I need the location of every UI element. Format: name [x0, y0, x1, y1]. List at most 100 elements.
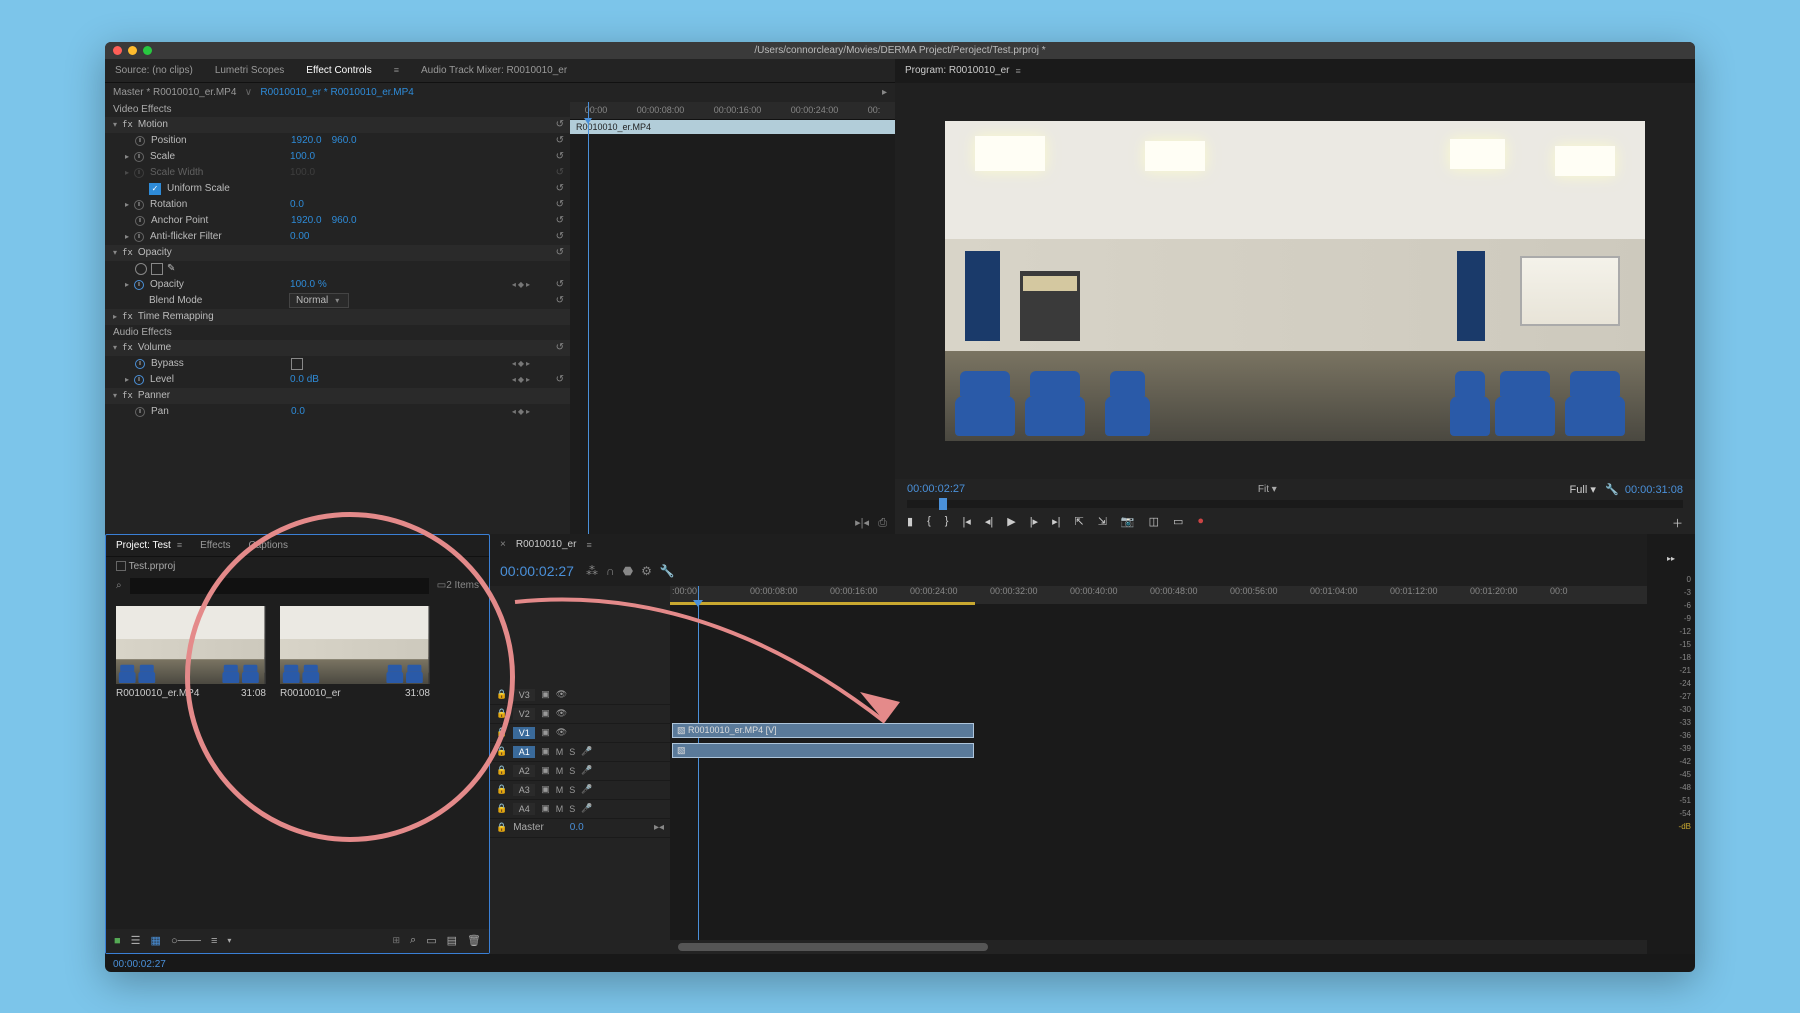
reset-icon[interactable]: ↺	[556, 342, 564, 353]
motion-effect[interactable]: Motion	[138, 119, 168, 130]
toggle-output-icon[interactable]: ▣	[541, 708, 550, 719]
ellipse-mask-icon[interactable]	[135, 263, 147, 275]
lock-icon[interactable]: 🔒	[496, 803, 507, 814]
blend-mode-dropdown[interactable]: Normal	[289, 293, 349, 308]
extract-icon[interactable]: ⇲	[1098, 515, 1107, 531]
stopwatch-icon[interactable]	[135, 216, 145, 226]
stopwatch-icon[interactable]	[134, 152, 144, 162]
pen-mask-icon[interactable]: ✎	[167, 263, 175, 274]
step-forward-icon[interactable]: |▸	[1030, 515, 1038, 531]
breadcrumb-master[interactable]: Master * R0010010_er.MP4	[113, 87, 236, 98]
lock-icon[interactable]: 🔒	[496, 727, 507, 738]
reset-icon[interactable]: ↺	[556, 119, 564, 130]
close-sequence-icon[interactable]: ×	[500, 539, 506, 550]
compare-icon[interactable]: ◫	[1149, 515, 1159, 531]
export-icon[interactable]: ⎙	[878, 517, 887, 529]
mark-in-icon[interactable]: {	[927, 515, 931, 531]
tab-source[interactable]: Source: (no clips)	[115, 65, 193, 76]
zoom-slider[interactable]: ○───	[171, 935, 201, 947]
reset-icon[interactable]: ↺	[556, 231, 564, 242]
reset-icon[interactable]: ↺	[556, 151, 564, 162]
tab-captions[interactable]: Captions	[249, 540, 288, 551]
mark-out-icon[interactable]: }	[945, 515, 949, 531]
go-to-in-icon[interactable]: |◂	[962, 515, 970, 531]
stopwatch-icon[interactable]	[134, 375, 144, 385]
tab-project[interactable]: Project: Test	[116, 540, 171, 551]
program-timecode-left[interactable]: 00:00:02:27	[907, 483, 965, 495]
rect-mask-icon[interactable]	[151, 263, 163, 275]
ec-clip-bar[interactable]: R0010010_er.MP4	[570, 120, 895, 134]
trash-icon[interactable]: 🗑	[467, 934, 481, 947]
reset-icon[interactable]: ↺	[556, 183, 564, 194]
reset-icon[interactable]: ↺	[556, 135, 564, 146]
play-icon[interactable]: ▶	[1007, 515, 1015, 531]
add-button-icon[interactable]: ＋	[1672, 515, 1683, 531]
fx-icon[interactable]: fx	[122, 391, 133, 401]
scale-value[interactable]: 100.0	[290, 151, 315, 162]
wrench-icon[interactable]: 🔧	[1605, 484, 1619, 496]
fit-dropdown[interactable]: Fit	[1258, 484, 1269, 495]
eye-icon[interactable]: 👁	[556, 708, 567, 719]
marker-icon[interactable]: ⬣	[623, 564, 633, 578]
stopwatch-icon[interactable]	[134, 200, 144, 210]
record-icon[interactable]: ●	[1197, 515, 1204, 531]
program-viewport[interactable]	[895, 83, 1695, 479]
volume-effect[interactable]: Volume	[138, 342, 171, 353]
lift-icon[interactable]: ⇱	[1074, 515, 1083, 531]
tab-effects[interactable]: Effects	[200, 540, 230, 551]
panel-menu-icon[interactable]: ≡	[177, 540, 182, 550]
lock-icon[interactable]: 🔒	[496, 784, 507, 795]
rotation-value[interactable]: 0.0	[290, 199, 304, 210]
eye-icon[interactable]: 👁	[556, 727, 567, 738]
toggle-icon[interactable]: ▸|◂	[855, 517, 869, 529]
reset-icon[interactable]: ↺	[556, 295, 564, 306]
timeline-timecode[interactable]: 00:00:02:27	[500, 563, 574, 579]
tab-audio-mixer[interactable]: Audio Track Mixer: R0010010_er	[421, 65, 567, 76]
breadcrumb-clip[interactable]: R0010010_er * R0010010_er.MP4	[260, 87, 413, 98]
toggle-output-icon[interactable]: ▣	[541, 746, 550, 757]
panel-menu-icon[interactable]: ≡	[586, 540, 591, 550]
reset-icon[interactable]: ↺	[556, 279, 564, 290]
program-scrubber[interactable]	[907, 500, 1683, 508]
timeline-clip-audio[interactable]: ▧	[672, 743, 974, 758]
fx-icon[interactable]: fx	[122, 248, 133, 258]
stopwatch-icon[interactable]	[135, 359, 145, 369]
lock-icon[interactable]: 🔒	[496, 746, 507, 757]
opacity-effect[interactable]: Opacity	[138, 247, 172, 258]
toggle-output-icon[interactable]: ▣	[541, 689, 550, 700]
linked-selection-icon[interactable]: ∩	[606, 564, 615, 578]
export-frame-icon[interactable]: 📷	[1121, 515, 1135, 531]
chevron-right-icon[interactable]: ▸	[125, 152, 129, 161]
lock-icon[interactable]: 🔒	[496, 708, 507, 719]
stopwatch-icon[interactable]	[134, 280, 144, 290]
step-back-icon[interactable]: ◂|	[985, 515, 993, 531]
time-remap-effect[interactable]: Time Remapping	[138, 311, 214, 322]
safe-margin-icon[interactable]: ▭	[1173, 515, 1183, 531]
panner-effect[interactable]: Panner	[138, 390, 170, 401]
stopwatch-icon[interactable]	[134, 232, 144, 242]
mark-in-icon[interactable]: ▮	[907, 515, 913, 531]
search-icon[interactable]: ⌕	[116, 580, 122, 591]
lock-icon[interactable]: 🔒	[496, 765, 507, 776]
snap-icon[interactable]: ⁂	[586, 564, 598, 578]
essential-sound-icon[interactable]: ▸▸	[1651, 554, 1691, 567]
eye-icon[interactable]: 👁	[556, 689, 567, 700]
fx-icon[interactable]: fx	[122, 312, 133, 322]
mic-icon[interactable]: 🎤	[581, 746, 592, 757]
stopwatch-icon[interactable]	[135, 407, 145, 417]
panel-menu-icon[interactable]: ≡	[1016, 66, 1021, 76]
timeline-playhead[interactable]	[698, 586, 699, 954]
position-y[interactable]: 960.0	[332, 135, 357, 146]
tab-lumetri[interactable]: Lumetri Scopes	[215, 65, 284, 76]
lock-icon[interactable]: 🔒	[496, 689, 507, 700]
quality-dropdown[interactable]: Full	[1570, 484, 1588, 496]
bypass-checkbox[interactable]	[291, 358, 303, 370]
timeline-clip-video[interactable]: ▧ R0010010_er.MP4 [V]	[672, 723, 974, 738]
timeline-track-area[interactable]: :00:00 00:00:08:00 00:00:16:00 00:00:24:…	[670, 586, 1647, 954]
lock-icon[interactable]: 🔒	[496, 822, 507, 833]
new-bin-icon[interactable]: ▭	[426, 934, 436, 947]
go-to-out-icon[interactable]: ▸|	[1052, 515, 1060, 531]
fx-icon[interactable]: fx	[122, 120, 133, 130]
new-bin-icon[interactable]: ▭	[437, 580, 446, 591]
tab-program[interactable]: Program: R0010010_er	[905, 65, 1010, 76]
